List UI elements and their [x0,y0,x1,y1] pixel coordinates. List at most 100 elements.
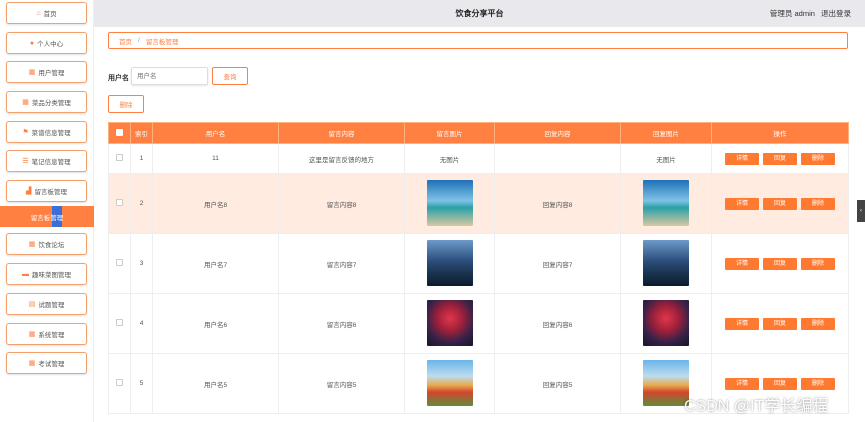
detail-button[interactable]: 详情 [725,377,759,390]
row-reply: 回复内容8 [494,173,621,234]
message-image[interactable] [426,239,473,286]
user-icon: ● [29,39,35,47]
sidebar-item-label: 趣味菜图管理 [32,272,71,279]
image-icon: ▬ [22,270,29,278]
message-image[interactable] [426,299,473,346]
logout-link[interactable]: 退出登录 [821,9,851,18]
row-index: 3 [130,233,153,294]
sidebar-item-notes[interactable]: ☰ 笔记信息管理 [6,150,87,172]
row-checkbox[interactable] [116,319,123,326]
row-checkbox[interactable] [116,379,123,386]
row-checkbox[interactable] [116,259,123,266]
grid-icon: ▦ [28,360,36,367]
grid-icon: ▦ [28,241,36,248]
row-username: 用户名6 [152,293,279,354]
sidebar-item-label: 试题管理 [38,302,65,309]
sidebar-item-profile[interactable]: ● 个人中心 [6,32,87,54]
row-reply-image-none: 无图片 [620,143,712,174]
detail-button[interactable]: 详情 [725,197,759,210]
row-checkbox[interactable] [116,199,123,206]
sidebar: ⌂ 首页 ● 个人中心 ▦ 用户管理 ▦ 菜品分类管理 ⚑ 菜谱信息管理 ☰ 笔… [0,0,94,422]
delete-button[interactable]: 删除 [108,95,144,113]
delete-row-button[interactable]: 删除 [801,257,835,270]
table-row: 3 用户名7 留言内容7 回复内容7 详情 回复 删除 [108,233,849,294]
sidebar-item-label: 菜谱信息管理 [31,130,71,137]
sidebar-item-label: 饮食论坛 [38,242,65,249]
detail-button[interactable]: 详情 [725,152,759,165]
reply-button[interactable]: 回复 [763,152,797,165]
row-image-none: 无图片 [404,143,495,174]
sidebar-item-label: 留言板管理 [34,189,67,196]
user-label: 管理员 admin [769,9,815,18]
sidebar-item-forum[interactable]: ▦ 饮食论坛 [6,233,87,255]
row-username: 用户名8 [152,173,279,234]
row-username: 11 [152,143,279,174]
sidebar-item-dish-category[interactable]: ▦ 菜品分类管理 [6,91,87,113]
table-header-row: 索引 用户名 留言内容 留言图片 回复内容 回复图片 操作 [108,122,849,144]
sidebar-item-home[interactable]: ⌂ 首页 [6,2,87,24]
list-icon: ☰ [22,158,29,165]
app-title: 饮食分享平台 [455,9,504,18]
row-checkbox[interactable] [116,154,123,161]
column-header: 索引 [130,122,153,144]
search-button[interactable]: 查询 [212,67,248,85]
row-reply: 回复内容7 [494,233,621,294]
reply-image[interactable] [643,239,689,286]
sidebar-item-users[interactable]: ▦ 用户管理 [6,61,87,83]
sidebar-item-questions[interactable]: ▤ 试题管理 [6,293,87,315]
row-content: 这里是留言反馈的地方 [278,143,405,174]
reply-button[interactable]: 回复 [763,317,797,330]
column-header: 回复内容 [494,122,621,144]
select-all-cell[interactable] [108,122,131,144]
delete-row-button[interactable]: 删除 [801,197,835,210]
row-content: 留言内容6 [278,293,405,354]
detail-button[interactable]: 详情 [725,317,759,330]
row-reply: 回复内容6 [494,293,621,354]
grid-icon: ▦ [22,99,29,106]
watermark: CSDN @IT学长编程 [684,398,829,415]
reply-image[interactable] [643,299,689,346]
column-header: 回复图片 [620,122,712,144]
sidebar-item-label: 笔记信息管理 [31,159,71,166]
row-index: 4 [130,293,153,354]
column-header: 用户名 [152,122,279,144]
sidebar-item-messages[interactable]: ▟ 留言板管理 [6,180,87,202]
breadcrumb-separator: / [138,37,140,44]
home-icon: ⌂ [36,9,41,17]
table-row: 1 11 这里是留言反馈的地方 无图片 无图片 详情 回复 删除 [108,143,849,174]
column-header: 操作 [711,122,849,144]
sidebar-item-label: 个人中心 [37,41,64,48]
message-image[interactable] [426,179,473,226]
row-username: 用户名7 [152,233,279,294]
row-index: 1 [130,143,153,174]
collapse-tab[interactable]: ‹ [857,200,865,222]
sidebar-item-exams[interactable]: ▦ 考试管理 [6,352,87,374]
column-header: 留言内容 [278,122,405,144]
delete-row-button[interactable]: 删除 [801,152,835,165]
delete-row-button[interactable]: 删除 [801,317,835,330]
search-label: 用户名 [108,75,129,82]
reply-button[interactable]: 回复 [763,257,797,270]
sidebar-item-messages-active[interactable]: 留言板管理 [0,206,94,227]
reply-button[interactable]: 回复 [763,197,797,210]
reply-image[interactable] [643,179,689,226]
message-image[interactable] [426,359,473,406]
breadcrumb-home[interactable]: 首页 [119,36,132,46]
sidebar-item-recipes[interactable]: ⚑ 菜谱信息管理 [6,121,87,143]
row-content: 留言内容5 [278,353,405,414]
flag-icon: ⚑ [22,129,29,136]
sidebar-item-label: 留言板管理 [30,214,64,222]
sidebar-item-fun-images[interactable]: ▬ 趣味菜图管理 [6,263,87,285]
username-search-input[interactable] [131,67,208,85]
sidebar-item-label: 系统管理 [38,332,65,339]
reply-image[interactable] [643,359,689,406]
table-row: 2 用户名8 留言内容8 回复内容8 详情 回复 删除 [108,173,849,234]
detail-button[interactable]: 详情 [725,257,759,270]
top-header: 饮食分享平台 管理员 admin 退出登录 [94,0,865,27]
row-reply [494,143,621,174]
select-all-checkbox[interactable] [116,128,123,136]
delete-row-button[interactable]: 删除 [801,377,835,390]
grid-icon: ▦ [28,331,36,338]
reply-button[interactable]: 回复 [763,377,797,390]
sidebar-item-system[interactable]: ▦ 系统管理 [6,323,87,345]
